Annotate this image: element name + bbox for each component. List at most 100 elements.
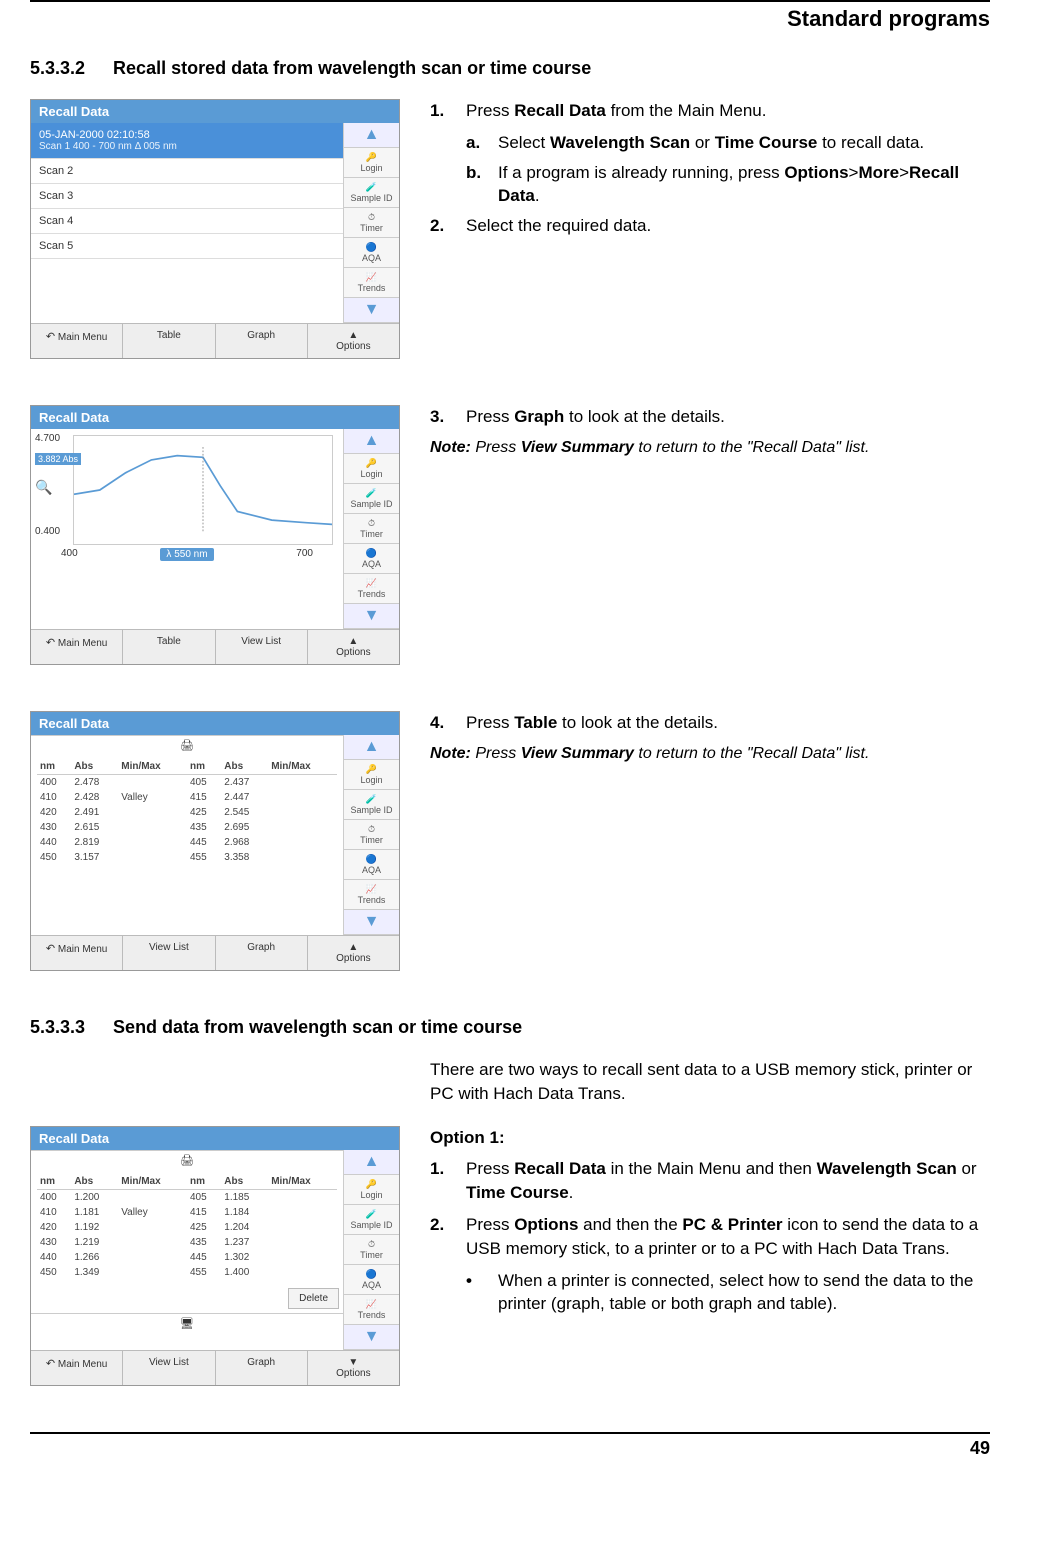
table-row[interactable]: 4402.8194452.968: [37, 835, 337, 850]
timer-button[interactable]: ⏱Timer: [344, 208, 399, 238]
view-list-button[interactable]: View List: [216, 630, 308, 664]
scroll-up-button[interactable]: ▲: [344, 123, 399, 148]
scroll-down-button[interactable]: ▼: [344, 910, 399, 935]
ss-title: Recall Data: [39, 1131, 109, 1146]
table-button[interactable]: Table: [123, 630, 215, 664]
table-row[interactable]: 4302.6154352.695: [37, 820, 337, 835]
aqa-button[interactable]: 🔵AQA: [344, 544, 399, 574]
scan-row[interactable]: Scan 5: [31, 234, 343, 259]
timer-button[interactable]: ⏱Timer: [344, 514, 399, 544]
substep-label: b.: [466, 161, 488, 209]
table-cell: 425: [187, 1220, 221, 1235]
table-cell: 1.219: [71, 1235, 118, 1250]
view-list-button[interactable]: View List: [123, 1351, 215, 1385]
options-button[interactable]: ▲Options: [308, 936, 399, 970]
x-cursor-label: λ 550 nm: [160, 548, 213, 561]
aqa-button[interactable]: 🔵AQA: [344, 238, 399, 268]
table-cell: [268, 775, 337, 791]
table-cell: [268, 835, 337, 850]
trends-button[interactable]: 📈Trends: [344, 880, 399, 910]
table-cell: [268, 1265, 337, 1280]
scroll-down-button[interactable]: ▼: [344, 1325, 399, 1350]
scan-row[interactable]: Scan 4: [31, 209, 343, 234]
table-cell: 425: [187, 805, 221, 820]
scroll-up-button[interactable]: ▲: [344, 1150, 399, 1175]
scan-row[interactable]: Scan 2: [31, 159, 343, 184]
trends-button[interactable]: 📈Trends: [344, 268, 399, 298]
abs-badge: 3.882 Abs: [35, 453, 81, 465]
table-header: nm: [37, 1174, 71, 1190]
scroll-down-button[interactable]: ▼: [344, 604, 399, 629]
sample-id-button[interactable]: 🧪Sample ID: [344, 790, 399, 820]
main-menu-button[interactable]: ↶ Main Menu: [31, 1351, 123, 1385]
print-icon[interactable]: 🖨: [31, 1150, 343, 1170]
login-button[interactable]: 🔑Login: [344, 1175, 399, 1205]
table-cell: 1.184: [221, 1205, 268, 1220]
sample-id-button[interactable]: 🧪Sample ID: [344, 484, 399, 514]
option-heading: Option 1:: [430, 1126, 990, 1150]
table-cell: [268, 1189, 337, 1205]
graph-button[interactable]: Graph: [216, 324, 308, 358]
table-row[interactable]: 4102.428Valley4152.447: [37, 790, 337, 805]
graph-button[interactable]: Graph: [216, 936, 308, 970]
table-cell: [118, 835, 187, 850]
table-cell: 2.695: [221, 820, 268, 835]
scan-row[interactable]: Scan 3: [31, 184, 343, 209]
data-table: nmAbsMin/MaxnmAbsMin/Max 4001.2004051.18…: [37, 1174, 337, 1280]
table-row[interactable]: 4501.3494551.400: [37, 1265, 337, 1280]
view-list-button[interactable]: View List: [123, 936, 215, 970]
table-cell: [118, 775, 187, 791]
table-row[interactable]: 4503.1574553.358: [37, 850, 337, 865]
main-menu-button[interactable]: ↶ Main Menu: [31, 936, 123, 970]
login-button[interactable]: 🔑Login: [344, 454, 399, 484]
login-button[interactable]: 🔑Login: [344, 148, 399, 178]
aqa-button[interactable]: 🔵AQA: [344, 850, 399, 880]
table-cell: [118, 820, 187, 835]
table-cell: 400: [37, 1189, 71, 1205]
trends-button[interactable]: 📈Trends: [344, 1295, 399, 1325]
table-button[interactable]: Table: [123, 324, 215, 358]
table-row[interactable]: 4401.2664451.302: [37, 1250, 337, 1265]
step-text: Press Recall Data from the Main Menu.: [466, 99, 766, 123]
bullet-text: When a printer is connected, select how …: [498, 1269, 990, 1317]
print-icon[interactable]: 🖨: [31, 735, 343, 755]
table-cell: [268, 805, 337, 820]
table-cell: [118, 1220, 187, 1235]
login-button[interactable]: 🔑Login: [344, 760, 399, 790]
scan-row-selected[interactable]: 05-JAN-2000 02:10:58 Scan 1 400 - 700 nm…: [31, 123, 343, 159]
graph-button[interactable]: Graph: [216, 1351, 308, 1385]
table-row[interactable]: 4002.4784052.437: [37, 775, 337, 791]
table-cell: 405: [187, 1189, 221, 1205]
zoom-icon[interactable]: 🔍: [35, 479, 52, 496]
main-menu-button[interactable]: ↶ Main Menu: [31, 630, 123, 664]
pc-printer-icon[interactable]: 🖥: [31, 1313, 343, 1333]
scroll-down-button[interactable]: ▼: [344, 298, 399, 323]
table-row[interactable]: 4301.2194351.237: [37, 1235, 337, 1250]
step-number: 2.: [430, 1213, 456, 1261]
main-menu-button[interactable]: ↶ Main Menu: [31, 324, 123, 358]
table-cell: 1.266: [71, 1250, 118, 1265]
scroll-up-button[interactable]: ▲: [344, 429, 399, 454]
sample-id-button[interactable]: 🧪Sample ID: [344, 1205, 399, 1235]
options-button[interactable]: ▲Options: [308, 630, 399, 664]
table-cell: [118, 1265, 187, 1280]
table-row[interactable]: 4202.4914252.545: [37, 805, 337, 820]
trends-button[interactable]: 📈Trends: [344, 574, 399, 604]
table-cell: 2.615: [71, 820, 118, 835]
timer-button[interactable]: ⏱Timer: [344, 820, 399, 850]
table-cell: 420: [37, 805, 71, 820]
timer-button[interactable]: ⏱Timer: [344, 1235, 399, 1265]
aqa-button[interactable]: 🔵AQA: [344, 1265, 399, 1295]
sample-id-button[interactable]: 🧪Sample ID: [344, 178, 399, 208]
options-button[interactable]: ▲Options: [308, 324, 399, 358]
table-row[interactable]: 4101.181Valley4151.184: [37, 1205, 337, 1220]
table-cell: 1.400: [221, 1265, 268, 1280]
table-row[interactable]: 4201.1924251.204: [37, 1220, 337, 1235]
scroll-up-button[interactable]: ▲: [344, 735, 399, 760]
options-button[interactable]: ▼Options: [308, 1351, 399, 1385]
table-row[interactable]: 4001.2004051.185: [37, 1189, 337, 1205]
delete-button[interactable]: Delete: [288, 1288, 339, 1309]
step-number: 2.: [430, 214, 456, 238]
table-cell: [268, 1250, 337, 1265]
table-cell: 1.349: [71, 1265, 118, 1280]
